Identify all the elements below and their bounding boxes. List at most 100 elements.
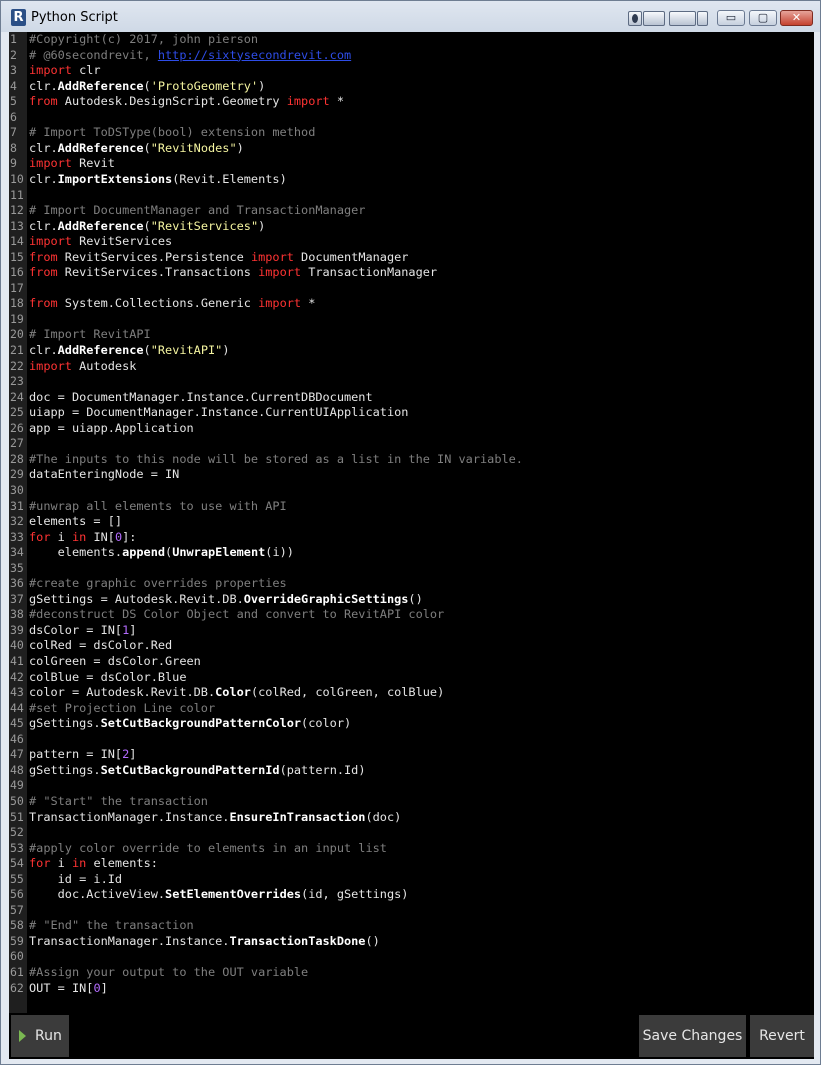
code-text: (colRed, colGreen, colBlue) xyxy=(250,685,445,700)
line-source: TransactionManager.Instance.EnsureInTran… xyxy=(29,810,401,826)
line-number: 50 xyxy=(10,793,24,808)
code-text: dataEnteringNode = IN xyxy=(29,467,180,482)
title-bar[interactable]: R Python Script ▭ ▢ ✕ xyxy=(1,1,820,32)
line-source: color = Autodesk.Revit.DB.Color(colRed, … xyxy=(29,685,444,701)
line-number: 59 xyxy=(10,933,24,948)
line-number: 31 xyxy=(10,498,24,513)
code-keyword: import xyxy=(258,296,302,311)
shield-icon xyxy=(628,11,642,26)
code-text: TransactionManager.Instance. xyxy=(29,809,230,824)
line-number: 24 xyxy=(10,389,24,404)
line-number: 25 xyxy=(10,405,24,420)
line-source: id = i.Id xyxy=(29,872,122,888)
minimize-button[interactable]: ▭ xyxy=(717,10,745,26)
code-text: color = Autodesk.Revit.DB. xyxy=(29,685,216,700)
python-script-window: R Python Script ▭ ▢ ✕ 1 #Copyright(c) 201… xyxy=(0,0,821,1065)
line-number: 40 xyxy=(10,638,24,653)
line-source: TransactionManager.Instance.TransactionT… xyxy=(29,934,380,950)
code-text: ( xyxy=(143,78,151,93)
code-comment: #deconstruct DS Color Object and convert… xyxy=(29,607,445,622)
code-link[interactable]: http://sixtysecondrevit.com xyxy=(158,48,351,62)
line-number: 18 xyxy=(10,296,24,311)
line-number: 47 xyxy=(10,747,24,762)
code-text: pattern = IN[ xyxy=(29,747,123,762)
code-function: AddReference xyxy=(57,343,144,357)
revert-button[interactable]: Revert xyxy=(750,1015,814,1057)
code-text: ( xyxy=(143,140,151,155)
line-source: pattern = IN[2] xyxy=(29,747,136,763)
line-source: #The inputs to this node will be stored … xyxy=(29,452,523,468)
line-number: 22 xyxy=(10,358,24,373)
line-number: 57 xyxy=(10,902,24,917)
line-source: app = uiapp.Application xyxy=(29,421,194,437)
code-text: (i)) xyxy=(265,545,294,560)
line-number: 16 xyxy=(10,265,24,280)
code-comment: # Import DocumentManager and Transaction… xyxy=(29,203,366,218)
line-source: dataEnteringNode = IN xyxy=(29,467,179,483)
code-text: ( xyxy=(143,218,151,233)
code-text: Autodesk xyxy=(71,358,137,373)
line-source: # "End" the transaction xyxy=(29,918,194,934)
line-number: 6 xyxy=(10,109,17,124)
code-text: TransactionManager xyxy=(301,265,438,280)
code-keyword: import xyxy=(250,249,294,264)
code-text: gSettings. xyxy=(29,762,101,777)
line-number: 60 xyxy=(10,949,24,964)
code-string: "RevitAPI" xyxy=(150,343,223,357)
line-number: 54 xyxy=(10,856,24,871)
line-number: 44 xyxy=(10,700,24,715)
run-button-label: Run xyxy=(35,1028,62,1044)
line-source: import Revit xyxy=(29,156,115,172)
code-text: elements: xyxy=(86,856,158,871)
code-function: Color xyxy=(215,685,251,700)
close-button[interactable]: ✕ xyxy=(780,10,813,26)
code-text: elements = [] xyxy=(29,514,123,529)
line-source: clr.ImportExtensions(Revit.Elements) xyxy=(29,172,287,188)
code-text: ) xyxy=(258,78,266,93)
keyboard-icon xyxy=(669,11,696,26)
code-editor[interactable]: 1 #Copyright(c) 2017, john pierson 2 # @60s… xyxy=(9,32,814,1013)
code-comment: # "End" the transaction xyxy=(29,918,194,933)
code-keyword: in xyxy=(71,856,87,871)
code-keyword: import xyxy=(258,265,302,280)
line-source: for i in IN[0]: xyxy=(29,530,136,546)
line-number: 51 xyxy=(10,809,24,824)
code-comment: #Copyright(c) 2017, john pierson xyxy=(29,32,259,46)
code-comment: # "Start" the transaction xyxy=(29,793,208,808)
code-text: ) xyxy=(222,343,230,357)
line-source: # Import DocumentManager and Transaction… xyxy=(29,203,365,219)
code-text: (doc) xyxy=(365,809,402,824)
code-text: ] xyxy=(100,980,108,995)
line-source: uiapp = DocumentManager.Instance.Current… xyxy=(29,405,408,421)
code-comment: # Import ToDSType(bool) extension method xyxy=(29,125,316,140)
line-source: import clr xyxy=(29,63,101,79)
line-number: 52 xyxy=(10,825,24,840)
run-button[interactable]: Run xyxy=(11,1015,69,1057)
line-source: import RevitServices xyxy=(29,234,172,250)
line-number: 3 xyxy=(10,63,17,78)
code-function: TransactionTaskDone xyxy=(229,933,366,948)
line-number: 36 xyxy=(10,576,24,591)
code-text: Revit xyxy=(71,156,115,171)
line-number: 7 xyxy=(10,125,17,140)
line-source: # Import ToDSType(bool) extension method xyxy=(29,125,315,141)
code-text: RevitServices xyxy=(71,234,173,249)
line-number: 32 xyxy=(10,514,24,529)
code-keyword: for xyxy=(29,856,51,871)
code-text: * xyxy=(301,296,316,311)
save-changes-button[interactable]: Save Changes xyxy=(639,1015,746,1057)
line-number: 34 xyxy=(10,545,24,560)
code-text: ] xyxy=(129,747,137,762)
code-function: AddReference xyxy=(57,140,144,155)
line-source: colBlue = dsColor.Blue xyxy=(29,670,187,686)
code-keyword: in xyxy=(71,529,87,544)
line-number: 49 xyxy=(10,778,24,793)
line-number: 33 xyxy=(10,529,24,544)
line-source: #set Projection Line color xyxy=(29,701,215,717)
line-source: from RevitServices.Transactions import T… xyxy=(29,265,437,281)
code-comment: #set Projection Line color xyxy=(29,700,216,715)
maximize-button[interactable]: ▢ xyxy=(749,10,777,26)
code-text: clr. xyxy=(29,140,58,155)
line-source: elements.append(UnwrapElement(i)) xyxy=(29,545,294,561)
line-source: clr.AddReference("RevitNodes") xyxy=(29,141,244,157)
